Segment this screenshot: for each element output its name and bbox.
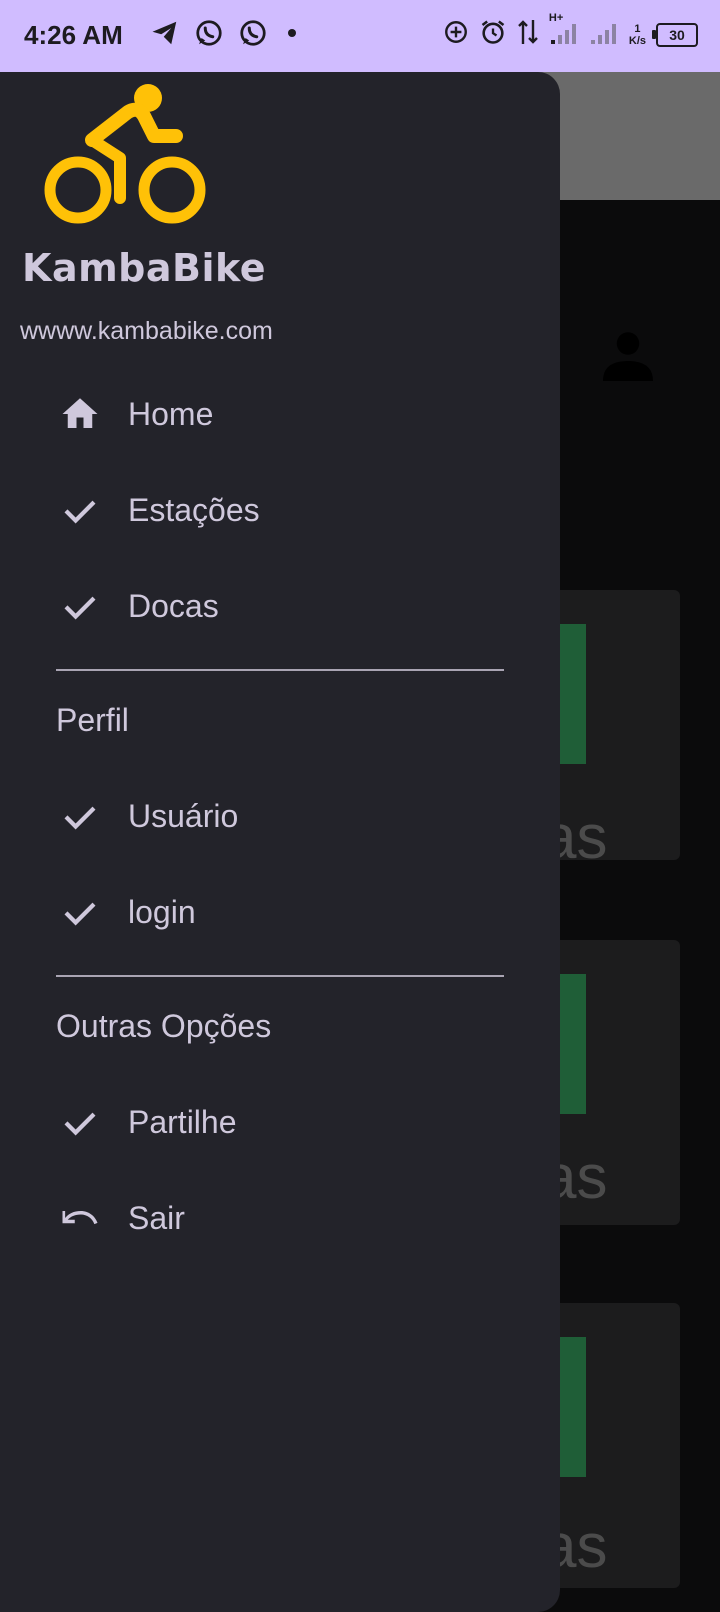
divider: [56, 669, 504, 671]
battery-indicator: 30: [652, 22, 698, 47]
telegram-icon: [150, 18, 180, 53]
network-type: H+: [548, 12, 564, 24]
website-text: wwww.kambabike.com: [20, 317, 273, 345]
navigation-drawer: KambaBike wwww.kambabike.com Home Estaçõ…: [0, 72, 560, 1612]
divider: [56, 975, 504, 977]
data-arrows-icon: [517, 18, 539, 51]
check-icon: [58, 584, 102, 628]
section-title-perfil: Perfil: [56, 702, 129, 738]
background-card: as: [540, 590, 680, 860]
check-icon: [58, 1100, 102, 1144]
dot-icon: [282, 23, 302, 48]
check-icon: [58, 890, 102, 934]
menu-item-label: login: [128, 893, 196, 930]
menu-item-label: Usuário: [128, 797, 239, 834]
undo-icon: [58, 1196, 102, 1240]
menu-item-label: Home: [128, 395, 214, 432]
check-icon: [58, 794, 102, 838]
menu-item-label: Sair: [128, 1199, 185, 1236]
net-speed: 1 K/s: [629, 23, 646, 47]
bike-logo-icon: [40, 78, 210, 233]
data-saver-icon: [443, 19, 469, 50]
menu-item-sair[interactable]: Sair: [0, 1178, 560, 1258]
status-bar: 4:26 AM H+ 1 K/s 30: [0, 0, 720, 72]
section-title-outras-opcoes: Outras Opções: [56, 1008, 272, 1044]
menu-item-partilhe[interactable]: Partilhe: [0, 1082, 560, 1162]
background-card: as: [540, 1303, 680, 1588]
menu-item-docas[interactable]: Docas: [0, 566, 560, 646]
signal-icon: H+: [549, 12, 579, 51]
whatsapp-icon: [238, 18, 268, 53]
account-icon: [598, 326, 658, 391]
whatsapp-icon: [194, 18, 224, 53]
check-icon: [58, 488, 102, 532]
net-speed-value: 1: [634, 22, 641, 35]
menu-item-usuario[interactable]: Usuário: [0, 776, 560, 856]
signal-icon: [589, 18, 619, 51]
brand-name: KambaBike: [22, 246, 267, 290]
alarm-icon: [479, 18, 507, 51]
net-speed-unit: K/s: [628, 34, 646, 47]
menu-item-home[interactable]: Home: [0, 374, 560, 454]
menu-item-login[interactable]: login: [0, 872, 560, 952]
background-card: as: [540, 940, 680, 1225]
menu-item-label: Docas: [128, 587, 219, 624]
home-icon: [58, 392, 102, 436]
menu-item-estacoes[interactable]: Estações: [0, 470, 560, 550]
menu-item-label: Partilhe: [128, 1103, 237, 1140]
menu-item-label: Estações: [128, 491, 260, 528]
status-time: 4:26 AM: [24, 20, 123, 50]
